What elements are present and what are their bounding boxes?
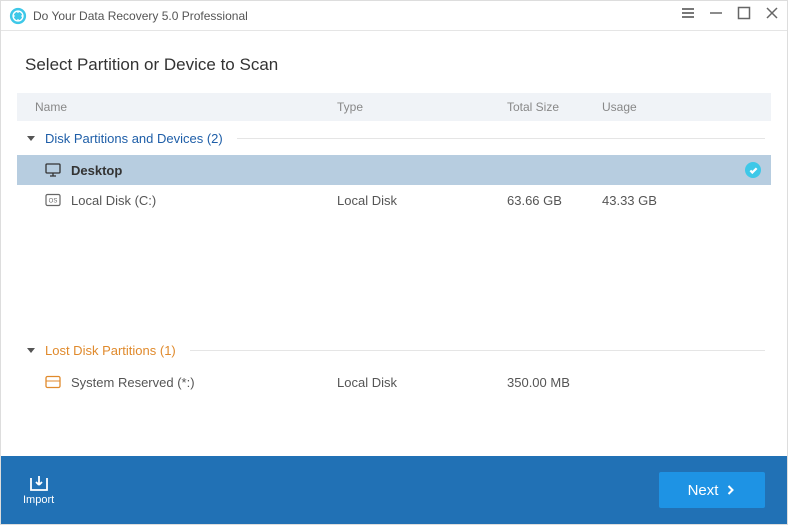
next-button[interactable]: Next [659, 472, 765, 508]
item-desktop[interactable]: Desktop [17, 155, 771, 185]
item-name: Local Disk (C:) [71, 193, 156, 208]
close-icon[interactable] [765, 6, 779, 25]
import-label: Import [23, 494, 54, 506]
table-header: Name Type Total Size Usage [17, 93, 771, 121]
footer: Import Next [1, 456, 787, 524]
menu-icon[interactable] [681, 6, 695, 25]
col-name: Name [17, 100, 337, 114]
disk-icon: OS [45, 192, 61, 208]
disk-orange-icon [45, 374, 61, 390]
window-controls [681, 6, 779, 25]
item-local-disk-c[interactable]: OS Local Disk (C:) Local Disk 63.66 GB 4… [17, 185, 771, 215]
window-title: Do Your Data Recovery 5.0 Professional [33, 9, 681, 23]
monitor-icon [45, 162, 61, 178]
svg-text:OS: OS [49, 199, 58, 205]
item-type: Local Disk [337, 375, 507, 390]
app-logo-icon [9, 7, 27, 25]
section-rule [237, 138, 765, 139]
maximize-icon[interactable] [737, 6, 751, 25]
minimize-icon[interactable] [709, 6, 723, 25]
main-content: Select Partition or Device to Scan Name … [1, 31, 787, 456]
section-lost-partitions[interactable]: Lost Disk Partitions (1) [17, 333, 771, 367]
next-label: Next [688, 482, 719, 499]
item-size: 350.00 MB [507, 375, 602, 390]
titlebar: Do Your Data Recovery 5.0 Professional [1, 1, 787, 31]
item-size: 63.66 GB [507, 193, 602, 208]
item-system-reserved[interactable]: System Reserved (*:) Local Disk 350.00 M… [17, 367, 771, 397]
caret-down-icon [27, 136, 35, 141]
col-type: Type [337, 100, 507, 114]
col-usage: Usage [602, 100, 771, 114]
section-label: Lost Disk Partitions (1) [45, 343, 176, 358]
caret-down-icon [27, 348, 35, 353]
check-icon [745, 162, 761, 178]
section-disk-partitions[interactable]: Disk Partitions and Devices (2) [17, 121, 771, 155]
item-name: Desktop [71, 163, 122, 178]
import-button[interactable]: Import [23, 474, 54, 506]
item-type: Local Disk [337, 193, 507, 208]
section-label: Disk Partitions and Devices (2) [45, 131, 223, 146]
item-name: System Reserved (*:) [71, 375, 195, 390]
item-usage: 43.33 GB [602, 193, 771, 208]
page-title: Select Partition or Device to Scan [25, 55, 771, 75]
col-size: Total Size [507, 100, 602, 114]
section-rule [190, 350, 765, 351]
